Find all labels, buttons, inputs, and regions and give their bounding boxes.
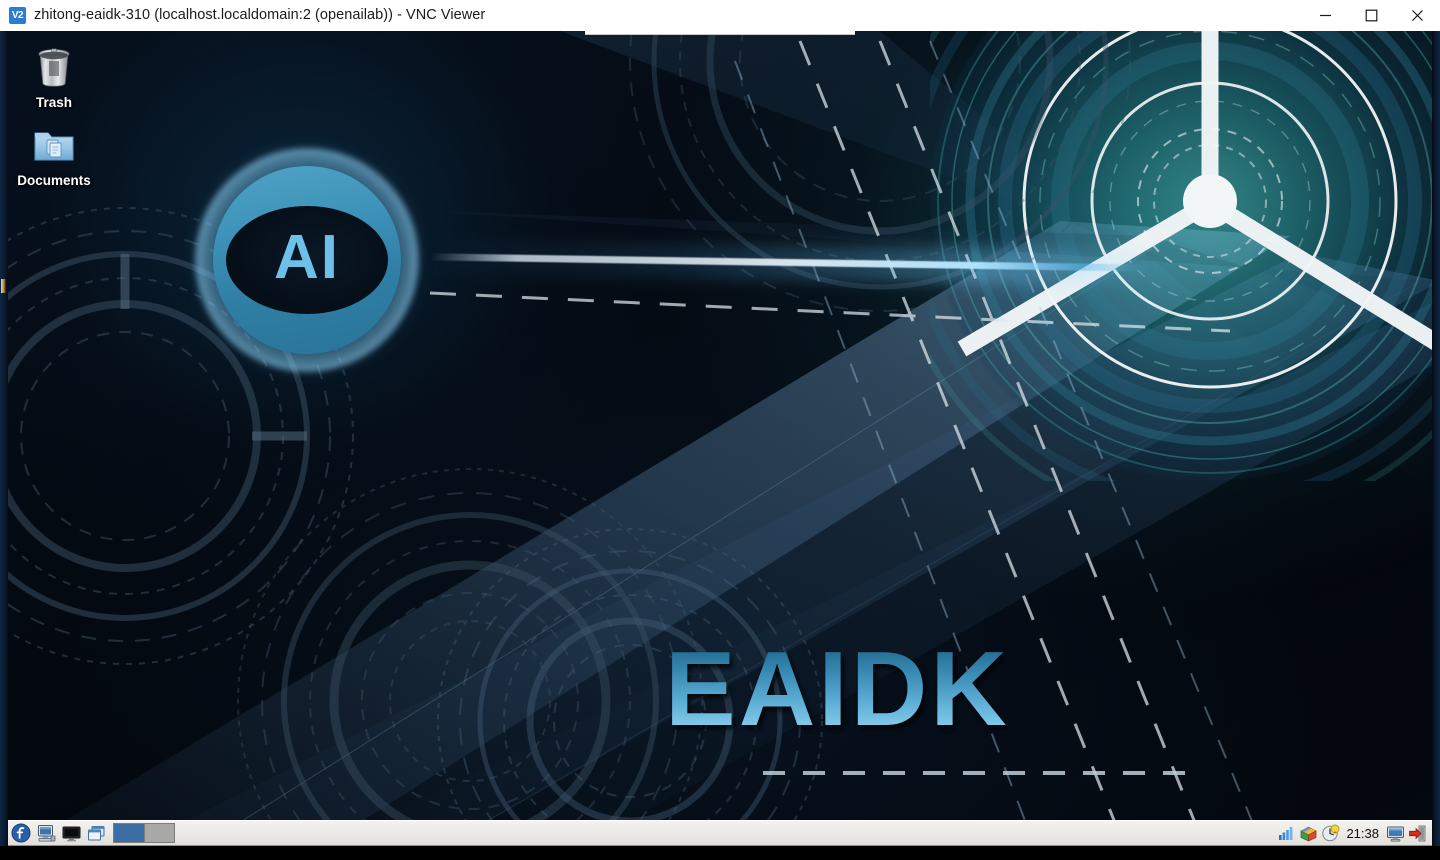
taskbar-system-tray: 21:38 bbox=[1275, 820, 1432, 846]
trash-icon bbox=[30, 43, 78, 91]
vnc-viewer-logo-icon: V2 bbox=[9, 6, 26, 24]
taskbar-clock[interactable]: 21:38 bbox=[1341, 826, 1384, 841]
vnc-viewer-window: V2 zhitong-eaidk-310 (localhost.localdom… bbox=[0, 0, 1440, 860]
window-controls bbox=[1302, 0, 1440, 31]
desktop-icon-trash[interactable]: Trash bbox=[8, 43, 100, 110]
workspace-2-button[interactable] bbox=[144, 824, 174, 842]
monitor-icon[interactable] bbox=[1384, 822, 1406, 844]
eaidk-dashed-underline bbox=[763, 771, 1198, 775]
desktop-wallpaper: AI EAIDK bbox=[0, 31, 1440, 860]
ai-logo-text: AI bbox=[274, 223, 340, 292]
desktop-icon-documents[interactable]: Documents bbox=[8, 121, 100, 188]
window-edge-right bbox=[1432, 31, 1440, 860]
desktop-icon-label: Documents bbox=[17, 173, 91, 188]
folder-documents-icon bbox=[30, 121, 78, 169]
desktop-bottom-strip bbox=[0, 846, 1440, 860]
window-title-bar: V2 zhitong-eaidk-310 (localhost.localdom… bbox=[0, 0, 1440, 31]
ai-logo-inner-ellipse: AI bbox=[226, 206, 388, 314]
edge-marker bbox=[1, 279, 6, 293]
vnc-remote-desktop[interactable]: AI EAIDK Trash Documents 21:38 bbox=[0, 31, 1440, 860]
desktop-taskbar: 21:38 bbox=[8, 820, 1432, 846]
terminal-launcher-button[interactable] bbox=[34, 821, 58, 845]
maximize-button[interactable] bbox=[1348, 0, 1394, 31]
close-button[interactable] bbox=[1394, 0, 1440, 31]
minimize-button[interactable] bbox=[1302, 0, 1348, 31]
popup-sliver bbox=[585, 31, 855, 35]
screen-launcher-button[interactable] bbox=[59, 821, 83, 845]
start-menu-button[interactable] bbox=[9, 821, 33, 845]
logout-arrow-icon[interactable] bbox=[1406, 822, 1428, 844]
window-edge-left bbox=[0, 31, 8, 860]
window-title: zhitong-eaidk-310 (localhost.localdomain… bbox=[34, 7, 486, 23]
workspace-1-button[interactable] bbox=[114, 824, 144, 842]
windows-list-button[interactable] bbox=[84, 821, 108, 845]
eaidk-wordmark: EAIDK bbox=[665, 630, 1010, 748]
desktop-icon-label: Trash bbox=[35, 95, 73, 110]
clock-bulb-icon[interactable] bbox=[1319, 822, 1341, 844]
package-box-icon[interactable] bbox=[1297, 822, 1319, 844]
workspace-pager[interactable] bbox=[113, 823, 175, 843]
ai-logo: AI bbox=[195, 148, 419, 372]
signal-bars-icon[interactable] bbox=[1275, 822, 1297, 844]
taskbar-launchers bbox=[8, 820, 175, 846]
